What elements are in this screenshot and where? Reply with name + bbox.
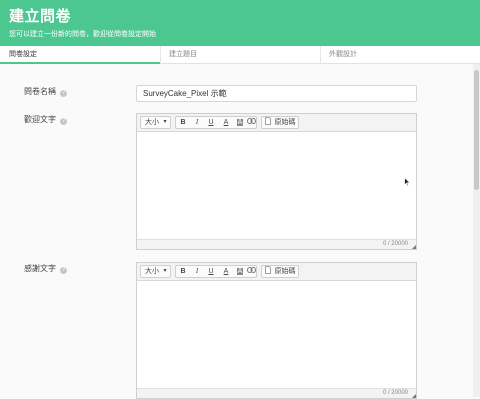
document-icon [264,117,272,128]
survey-name-label: 問卷名稱? [24,86,67,97]
editor-toolbar: 大小 ▾ B I U A A 原始碼 [137,263,416,281]
chevron-down-icon: ▾ [163,268,167,274]
bold-button[interactable]: B [177,117,189,128]
welcome-text-area[interactable] [137,132,416,238]
document-icon [264,266,272,277]
source-label: 原始碼 [274,119,296,126]
help-icon[interactable]: ? [60,90,67,97]
thanks-text-label: 感謝文字? [24,263,67,274]
mouse-cursor-icon [404,177,411,187]
welcome-text-label: 歡迎文字? [24,114,67,125]
underline-button[interactable]: U [205,117,217,128]
format-button-group: B I U A A [175,116,257,129]
page-subtitle: 您可以建立一份新的問卷，歡迎從問卷設定開始 [9,31,156,38]
tab-bar: 問卷設定 建立題目 外觀設計 [0,46,480,64]
resize-handle-icon[interactable] [412,245,416,249]
thanks-text-label-text: 感謝文字 [24,264,56,273]
survey-name-label-text: 問卷名稱 [24,87,56,96]
source-button[interactable]: 原始碼 [261,116,299,129]
underline-button[interactable]: U [205,266,217,277]
source-label: 原始碼 [274,268,296,275]
character-counter: 0 / 20000 [382,241,408,247]
chevron-down-icon: ▾ [163,119,167,125]
font-size-dropdown[interactable]: 大小 ▾ [140,116,171,129]
source-button[interactable]: 原始碼 [261,265,299,278]
italic-button[interactable]: I [191,266,203,277]
tab-build-questions[interactable]: 建立題目 [160,46,320,64]
editor-statusbar: 0 / 20000 [137,239,416,249]
tab-survey-settings[interactable]: 問卷設定 [0,46,160,64]
character-counter: 0 / 20000 [382,390,408,396]
link-icon[interactable] [245,117,257,128]
font-size-dropdown[interactable]: 大小 ▾ [140,265,171,278]
font-size-label: 大小 [145,119,159,126]
help-icon[interactable]: ? [60,118,67,125]
editor-toolbar: 大小 ▾ B I U A A 原始碼 [137,114,416,132]
survey-name-input[interactable]: SurveyCake_Pixel 示範 [136,85,417,102]
text-color-button[interactable]: A [219,266,233,277]
text-color-button[interactable]: A [219,117,233,128]
resize-handle-icon[interactable] [412,394,416,398]
link-icon[interactable] [245,266,257,277]
welcome-text-editor: 大小 ▾ B I U A A 原始碼 0 / 20000 [136,113,417,250]
bold-button[interactable]: B [177,266,189,277]
page-title: 建立問卷 [9,8,72,25]
welcome-text-label-text: 歡迎文字 [24,115,56,124]
italic-button[interactable]: I [191,117,203,128]
page-header: 建立問卷 您可以建立一份新的問卷，歡迎從問卷設定開始 [0,0,480,46]
font-size-label: 大小 [145,268,159,275]
page-scrollbar-thumb[interactable] [474,70,479,190]
bg-color-glyph: A [236,268,244,275]
tab-appearance[interactable]: 外觀設計 [320,46,473,64]
thanks-text-editor: 大小 ▾ B I U A A 原始碼 0 / 20000 [136,262,417,399]
bg-color-glyph: A [236,119,244,126]
format-button-group: B I U A A [175,265,257,278]
thanks-text-area[interactable] [137,281,416,388]
help-icon[interactable]: ? [60,267,67,274]
